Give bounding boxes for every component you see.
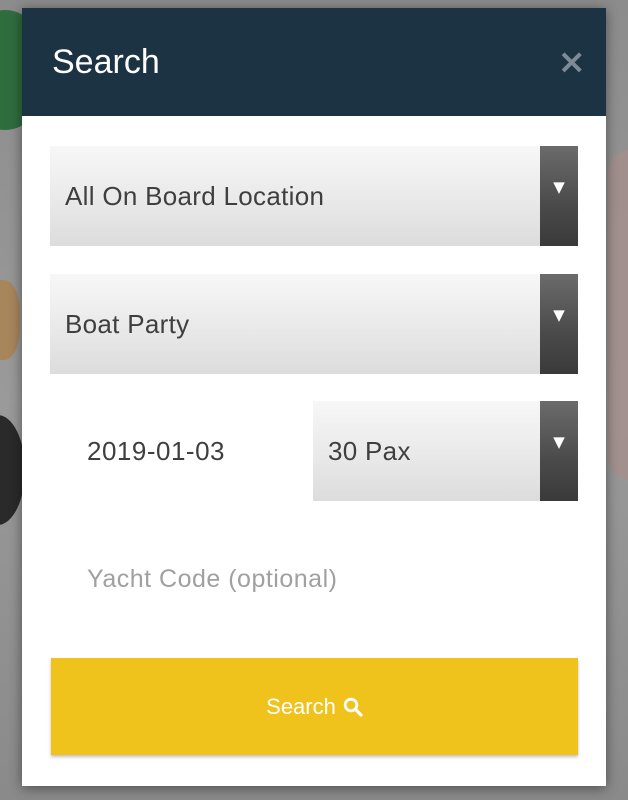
background-decoration <box>0 280 20 360</box>
search-button[interactable]: Search <box>51 658 578 755</box>
chevron-down-icon[interactable]: ▼ <box>540 401 578 501</box>
location-select-value: All On Board Location <box>65 180 325 211</box>
date-field[interactable]: 2019-01-03 <box>50 401 300 501</box>
pax-select[interactable]: 30 Pax ▼ <box>313 401 578 501</box>
yacht-code-field[interactable] <box>50 548 578 610</box>
modal-header: Search × <box>22 8 606 116</box>
chevron-down-icon[interactable]: ▼ <box>540 146 578 246</box>
background-decoration <box>608 150 628 480</box>
chevron-down-icon[interactable]: ▼ <box>540 274 578 374</box>
search-button-label: Search <box>266 693 336 719</box>
event-type-select-value: Boat Party <box>65 308 190 339</box>
close-icon[interactable]: × <box>558 45 587 79</box>
search-icon <box>343 697 363 717</box>
modal-title: Search <box>52 42 160 81</box>
event-type-select[interactable]: Boat Party ▼ <box>50 274 578 374</box>
search-modal: Search × All On Board Location ▼ Boat Pa… <box>22 8 606 786</box>
location-select[interactable]: All On Board Location ▼ <box>50 146 578 246</box>
pax-select-value: 30 Pax <box>328 435 411 466</box>
